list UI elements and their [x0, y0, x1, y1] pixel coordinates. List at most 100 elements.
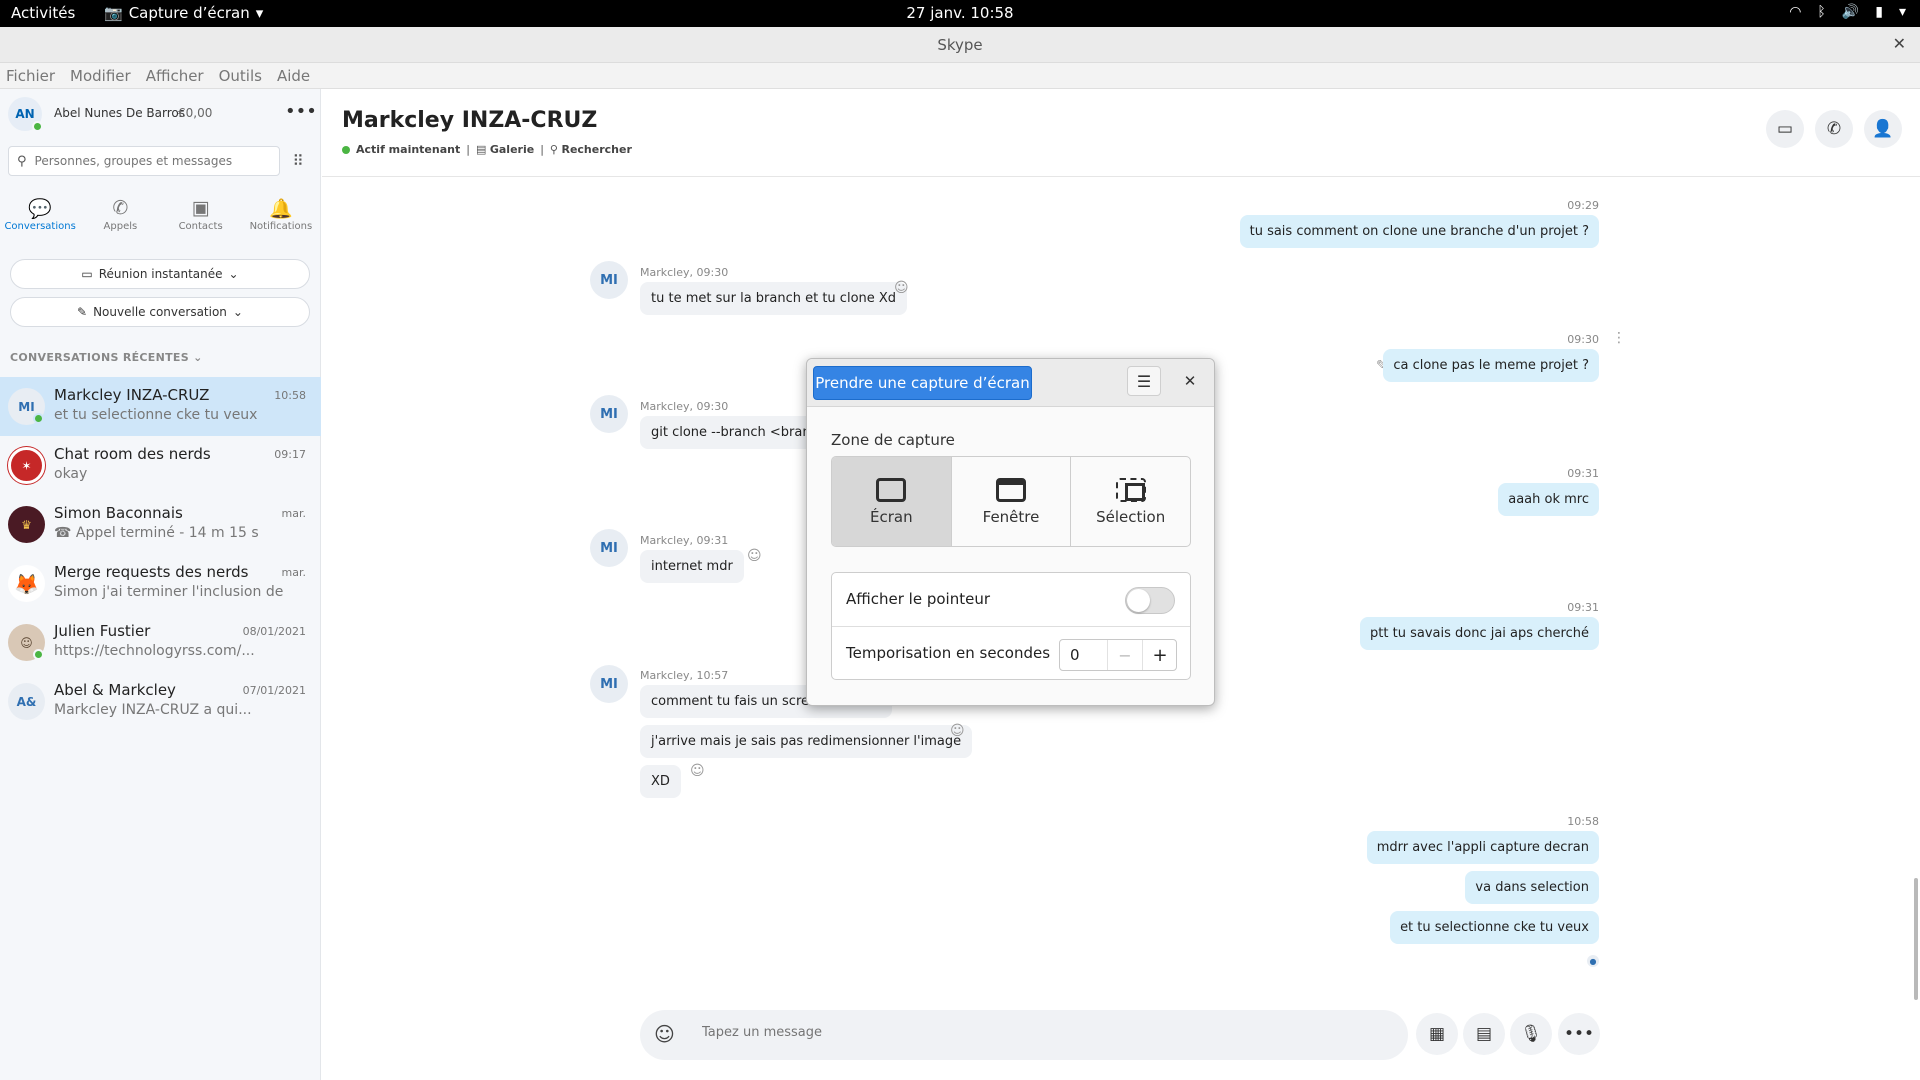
add-reaction-icon[interactable]: ☺ — [894, 280, 909, 296]
conversation-time: 08/01/2021 — [242, 625, 306, 638]
message-bubble[interactable]: ca clone pas le meme projet ? — [1383, 349, 1599, 382]
message-bubble[interactable]: tu sais comment on clone une branche d'u… — [1239, 215, 1599, 248]
separator: | — [466, 143, 470, 156]
menu-tools[interactable]: Outils — [219, 63, 262, 88]
audio-call-button[interactable]: ✆ — [1815, 110, 1853, 148]
more-options-icon: ••• — [1563, 1024, 1595, 1044]
video-call-button[interactable]: ▭ — [1766, 110, 1804, 148]
send-contact-button[interactable]: ▤ — [1463, 1013, 1505, 1055]
add-people-button[interactable]: 👤 — [1864, 110, 1902, 148]
emoji-icon[interactable]: ☺ — [654, 1022, 675, 1046]
zone-screen-button[interactable]: Écran — [832, 457, 952, 546]
tab-notifications[interactable]: 🔔 Notifications — [241, 193, 321, 249]
skype-credit[interactable]: €0,00 — [178, 106, 212, 120]
find-link[interactable]: ⚲ Rechercher — [550, 143, 632, 156]
message-options-icon[interactable]: ⋮ — [1612, 330, 1626, 346]
decrement-button[interactable]: − — [1107, 640, 1142, 670]
message-bubble[interactable]: va dans selection — [1465, 871, 1599, 904]
menu-help[interactable]: Aide — [277, 63, 310, 88]
message-bubble[interactable]: ptt tu savais donc jai aps cherché — [1360, 617, 1599, 650]
chevron-down-icon: ⌄ — [193, 351, 203, 364]
conversation-name: Abel & Markcley — [54, 681, 176, 699]
message-bubble[interactable]: et tu selectionne cke tu veux — [1390, 911, 1599, 944]
bell-icon: 🔔 — [269, 198, 293, 220]
zone-label: Sélection — [1096, 507, 1166, 526]
gallery-link[interactable]: ▤ Galerie — [476, 143, 534, 156]
sender-label: Markcley, 09:30 — [640, 400, 729, 413]
menu-view[interactable]: Afficher — [146, 63, 204, 88]
take-screenshot-button[interactable]: Prendre une capture d’écran — [813, 366, 1032, 400]
recent-conversations-header[interactable]: CONVERSATIONS RÉCENTES ⌄ — [10, 351, 203, 364]
share-media-button[interactable]: ▦ — [1416, 1013, 1458, 1055]
show-pointer-toggle[interactable] — [1125, 587, 1175, 614]
search-icon: ⚲ — [17, 153, 27, 169]
contact-name[interactable]: Markcley INZA-CRUZ — [342, 108, 597, 133]
list-item[interactable]: ♛ Simon Baconnais ☎ Appel terminé - 14 m… — [0, 495, 321, 554]
zone-window-button[interactable]: Fenêtre — [952, 457, 1072, 546]
meet-now-button[interactable]: ▭ Réunion instantanée ⌄ — [10, 259, 310, 289]
tab-conversations[interactable]: 💬 Conversations — [0, 193, 80, 249]
menu-file[interactable]: Fichier — [6, 63, 55, 88]
message-time: 09:31 — [1567, 601, 1599, 614]
search-input[interactable] — [34, 154, 265, 168]
avatar[interactable]: MI — [590, 665, 628, 703]
close-icon[interactable]: ✕ — [1177, 368, 1203, 394]
profile-avatar[interactable]: AN — [8, 97, 43, 132]
profile-name[interactable]: Abel Nunes De Barros — [54, 106, 185, 120]
message-bubble[interactable]: XD — [640, 765, 681, 798]
clock[interactable]: 27 janv. 10:58 — [0, 4, 1920, 22]
avatar[interactable]: MI — [590, 395, 628, 433]
more-actions-button[interactable]: ••• — [1558, 1013, 1600, 1055]
list-item[interactable]: ✶ Chat room des nerds okay 09:17 — [0, 436, 321, 495]
conversation-name: Julien Fustier — [54, 622, 151, 640]
tab-calls[interactable]: ✆ Appels — [80, 193, 160, 249]
search-box[interactable]: ⚲ — [8, 146, 280, 176]
message-bubble[interactable]: mdrr avec l'appli capture decran — [1366, 831, 1599, 864]
message-bubble[interactable]: git clone --branch <branc — [640, 416, 829, 449]
tab-contacts[interactable]: ▣ Contacts — [161, 193, 241, 249]
delay-value[interactable]: 0 — [1070, 646, 1080, 664]
add-reaction-icon[interactable]: ☺ — [747, 548, 762, 564]
list-item[interactable]: A& Abel & Markcley Markcley INZA-CRUZ a … — [0, 672, 321, 731]
tab-label: Conversations — [4, 221, 76, 232]
new-conversation-button[interactable]: ✎ Nouvelle conversation ⌄ — [10, 297, 310, 327]
list-item[interactable]: MI Markcley INZA-CRUZ et tu selectionne … — [0, 377, 321, 436]
status-text: Actif maintenant — [356, 143, 461, 156]
menu-edit[interactable]: Modifier — [70, 63, 131, 88]
scrollbar[interactable] — [1914, 878, 1918, 1000]
battery-icon: ▮ — [1875, 4, 1883, 20]
voice-message-button[interactable]: 🎙 — [1510, 1013, 1552, 1055]
delay-spinbutton[interactable]: 0 − + — [1059, 639, 1177, 671]
avatar[interactable]: MI — [590, 261, 628, 299]
close-window-button[interactable]: ✕ — [1893, 34, 1906, 53]
list-item[interactable]: 🦊 Merge requests des nerds Simon j'ai te… — [0, 554, 321, 613]
wifi-icon: ◠ — [1789, 4, 1802, 20]
more-options-icon[interactable]: ••• — [285, 101, 317, 122]
conversation-time: 07/01/2021 — [242, 684, 306, 697]
call-ended-icon: ☎ — [54, 525, 76, 541]
hamburger-menu-icon[interactable]: ☰ — [1127, 366, 1161, 396]
profile-initials: AN — [15, 107, 35, 121]
add-reaction-icon[interactable]: ☺ — [690, 763, 705, 779]
message-composer: ☺ — [640, 1010, 1408, 1060]
message-bubble[interactable]: tu te met sur la branch et tu clone Xd — [640, 282, 908, 315]
menu-bar: Fichier Modifier Afficher Outils Aide — [0, 63, 1920, 89]
message-input[interactable] — [702, 1025, 1382, 1040]
message-bubble[interactable]: aaah ok mrc — [1498, 483, 1599, 516]
zone-selection-button[interactable]: Sélection — [1071, 457, 1190, 546]
increment-button[interactable]: + — [1142, 640, 1177, 670]
conversation-name: Chat room des nerds — [54, 445, 211, 463]
presence-indicator — [33, 649, 44, 660]
compose-icon: ✎ — [77, 305, 88, 319]
add-reaction-icon[interactable]: ☺ — [950, 723, 965, 739]
video-icon: ▭ — [81, 267, 93, 281]
avatar-initials: MI — [18, 399, 35, 414]
system-tray[interactable]: ◠ ᛒ 🔊 ▮ ▾ — [1789, 4, 1906, 20]
add-person-icon: 👤 — [1872, 119, 1894, 139]
sender-label: Markcley, 10:57 — [640, 669, 729, 682]
dialpad-icon[interactable]: ⠿ — [283, 146, 313, 176]
avatar[interactable]: MI — [590, 529, 628, 567]
message-bubble[interactable]: internet mdr — [640, 550, 744, 583]
message-bubble[interactable]: j'arrive mais je sais pas redimensionner… — [640, 725, 973, 758]
list-item[interactable]: ☺ Julien Fustier https://technologyrss.c… — [0, 613, 321, 672]
